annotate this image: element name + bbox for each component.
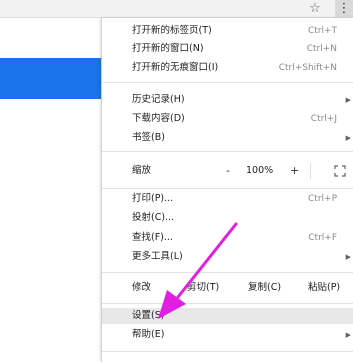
menu-item-new-window[interactable]: 打开新的窗口(N) Ctrl+N [102, 41, 353, 57]
menu-item-label: 投射(C)... [132, 212, 175, 223]
menu-item-bookmarks[interactable]: 书签(B) ▶ [102, 130, 353, 146]
menu-item-label: 打开新的无痕窗口(I) [132, 62, 219, 73]
chrome-main-menu: 打开新的标签页(T) Ctrl+T 打开新的窗口(N) Ctrl+N 打开新的无… [101, 18, 353, 362]
menu-divider [102, 351, 353, 352]
star-icon[interactable]: ☆ [306, 0, 324, 17]
submenu-arrow-icon: ▶ [345, 96, 351, 104]
menu-item-print[interactable]: 打印(P)... Ctrl+P [102, 191, 353, 207]
menu-item-shortcut: Ctrl+P [308, 194, 337, 204]
menu-item-shortcut: Ctrl+Shift+N [278, 63, 337, 73]
menu-item-shortcut: Ctrl+F [308, 233, 337, 243]
page-blue-block [0, 58, 101, 99]
fullscreen-icon[interactable] [334, 165, 346, 177]
copy-button[interactable]: 复制(C) [248, 278, 281, 298]
menu-item-label: 历史记录(H) [132, 94, 185, 105]
kebab-icon[interactable]: ⋮ [335, 0, 353, 17]
menu-divider [102, 272, 353, 273]
menu-item-label: 书签(B) [132, 132, 165, 143]
menu-zoom-row: 缩放 - 100% + [102, 161, 353, 181]
menu-item-label: 打开新的窗口(N) [132, 43, 204, 54]
zoom-value: 100% [246, 165, 274, 176]
menu-divider [102, 188, 353, 189]
submenu-arrow-icon: ▶ [345, 253, 351, 261]
zoom-out-button[interactable]: - [226, 161, 230, 181]
menu-item-label: 打印(P)... [132, 193, 174, 204]
menu-item-label: 设置(S) [132, 310, 165, 321]
menu-item-label: 下载内容(D) [132, 113, 185, 124]
menu-item-settings[interactable]: 设置(S) [102, 308, 353, 324]
menu-item-shortcut: Ctrl+N [306, 44, 337, 54]
menu-item-label: 查找(F)... [132, 232, 173, 243]
edit-label: 修改 [132, 282, 152, 293]
menu-item-more-tools[interactable]: 更多工具(L) ▶ [102, 249, 353, 265]
menu-divider [102, 82, 353, 83]
zoom-label: 缩放 [132, 165, 152, 176]
zoom-in-button[interactable]: + [290, 161, 299, 181]
paste-button[interactable]: 粘贴(P) [308, 278, 340, 298]
menu-divider [102, 151, 353, 152]
browser-toolbar: ☆ ⋮ [0, 0, 353, 18]
menu-item-history[interactable]: 历史记录(H) ▶ [102, 92, 353, 108]
menu-item-new-tab[interactable]: 打开新的标签页(T) Ctrl+T [102, 23, 353, 39]
menu-divider [310, 163, 311, 179]
menu-item-label: 打开新的标签页(T) [132, 25, 212, 36]
menu-divider [102, 303, 353, 304]
menu-item-find[interactable]: 查找(F)... Ctrl+F [102, 230, 353, 246]
menu-item-label: 更多工具(L) [132, 251, 183, 262]
menu-edit-row: 修改 剪切(T) 复制(C) 粘贴(P) [102, 278, 353, 298]
menu-item-incognito[interactable]: 打开新的无痕窗口(I) Ctrl+Shift+N [102, 60, 353, 76]
menu-item-shortcut: Ctrl+T [307, 26, 337, 36]
submenu-arrow-icon: ▶ [345, 134, 351, 142]
submenu-arrow-icon: ▶ [345, 331, 351, 339]
menu-item-cast[interactable]: 投射(C)... [102, 210, 353, 226]
menu-item-help[interactable]: 帮助(E) ▶ [102, 327, 353, 343]
menu-item-downloads[interactable]: 下载内容(D) Ctrl+J [102, 111, 353, 127]
cut-button[interactable]: 剪切(T) [187, 278, 219, 298]
menu-item-label: 帮助(E) [132, 329, 165, 340]
menu-item-shortcut: Ctrl+J [310, 114, 337, 124]
